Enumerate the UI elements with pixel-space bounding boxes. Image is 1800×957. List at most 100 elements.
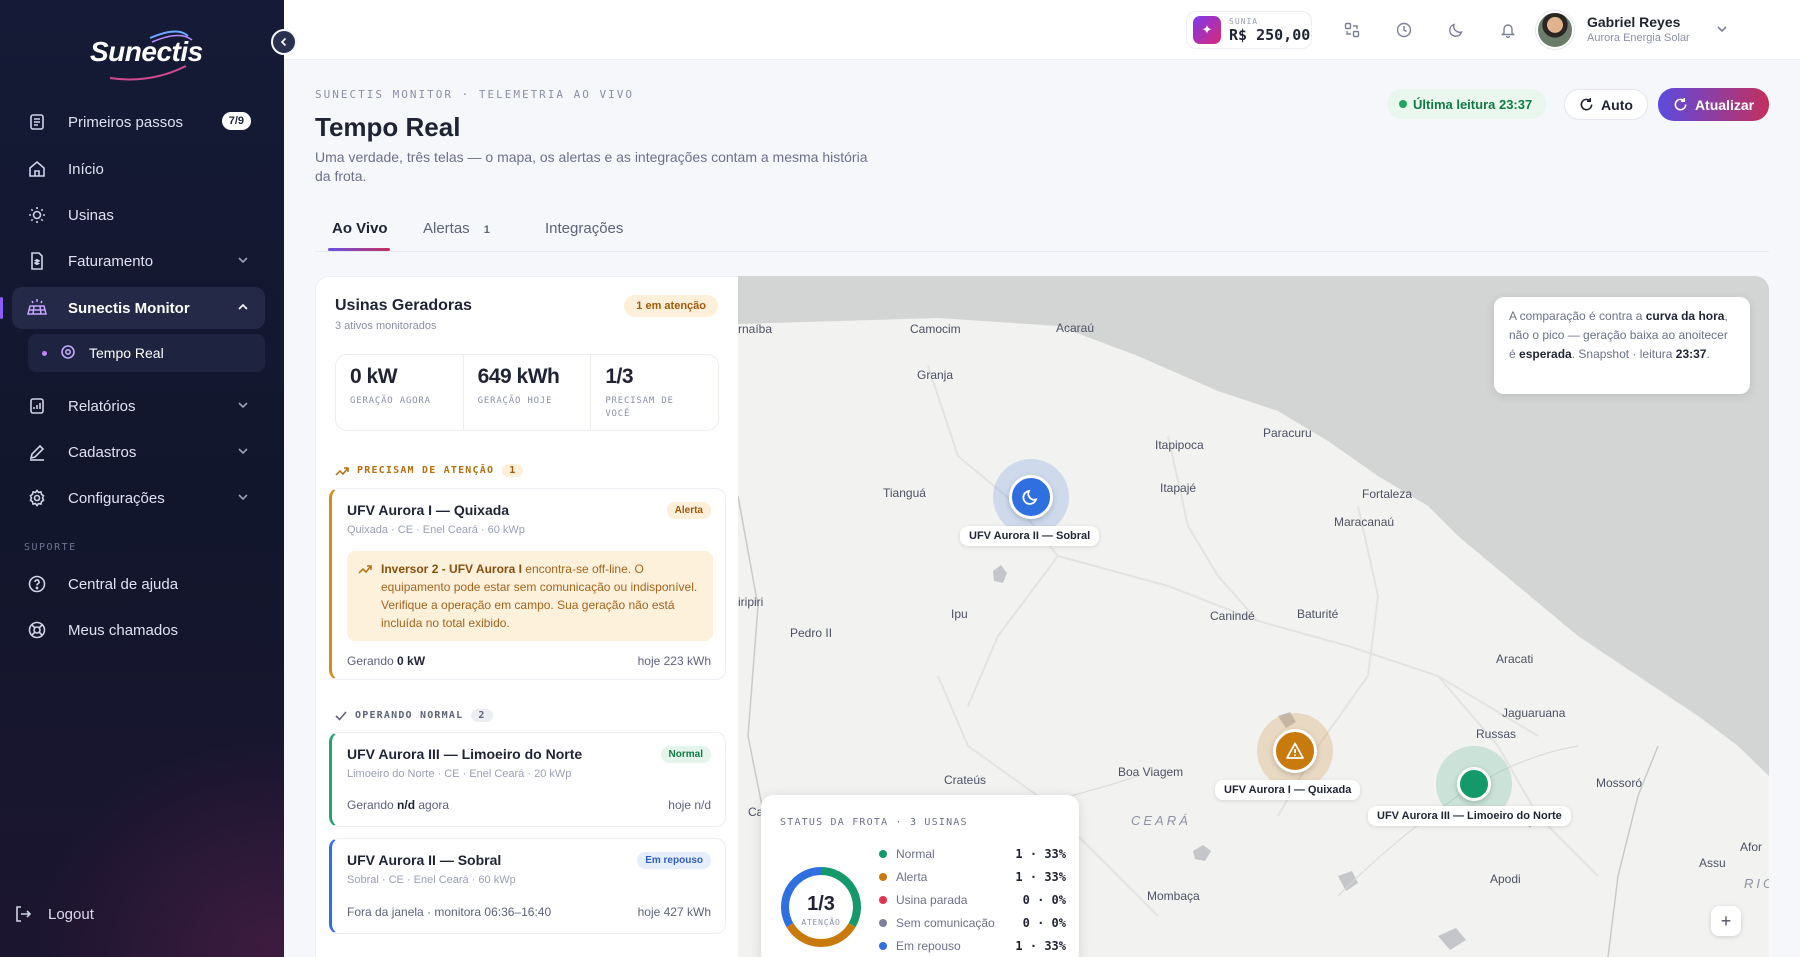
status-badge: Normal xyxy=(660,746,711,763)
fleet-title: STATUS DA FROTA · 3 USINAS xyxy=(780,817,968,828)
dark-mode-icon[interactable] xyxy=(1444,18,1468,42)
plant-marker-sobral[interactable] xyxy=(1009,475,1053,519)
legend-sem-comunicacao: Sem comunicação 0 · 0% xyxy=(879,915,1066,931)
sidebar-item-relatorios[interactable]: Relatórios xyxy=(12,385,265,427)
city-label: Maracanaú xyxy=(1334,515,1395,529)
report-icon xyxy=(26,395,48,417)
plant-location: Limoeiro do Norte · CE · Enel Ceará · 20… xyxy=(347,768,572,780)
legend-swatch xyxy=(879,896,887,904)
plant-card-aurora-ii[interactable]: UFV Aurora II — Sobral Sobral · CE · Ene… xyxy=(329,838,726,934)
plant-today: hoje n/d xyxy=(668,798,711,812)
legend-label: Alerta xyxy=(896,870,928,884)
history-icon[interactable] xyxy=(1392,18,1416,42)
zoom-in-button[interactable]: + xyxy=(1711,906,1741,936)
city-label: Russas xyxy=(1476,727,1517,741)
logout-button[interactable]: Logout xyxy=(0,893,253,935)
region-label: CEARÁ xyxy=(1131,813,1191,828)
chevron-down-icon xyxy=(237,398,249,415)
legend-swatch xyxy=(879,850,887,858)
region-label: RIO xyxy=(1744,876,1769,891)
alert-message: Inversor 2 - UFV Aurora I encontra-se of… xyxy=(347,551,713,641)
solar-panel-icon xyxy=(26,297,48,319)
sidebar-item-cadastros[interactable]: Cadastros xyxy=(12,431,265,473)
sidebar-item-faturamento[interactable]: Faturamento xyxy=(12,240,265,282)
chevron-down-icon xyxy=(237,490,249,507)
plant-card-aurora-iii[interactable]: UFV Aurora III — Limoeiro do Norte Limoe… xyxy=(329,732,726,827)
plant-marker-quixada[interactable] xyxy=(1273,729,1317,773)
city-label: Aracati xyxy=(1496,652,1534,666)
sun-icon xyxy=(26,204,48,226)
sidebar-item-label: Início xyxy=(68,160,104,178)
sidebar-item-inicio[interactable]: Início xyxy=(12,148,265,190)
bell-icon[interactable] xyxy=(1496,18,1520,42)
chevron-down-icon[interactable] xyxy=(1716,22,1728,40)
plant-generation: Gerando n/d agora xyxy=(347,798,450,812)
logout-icon xyxy=(12,903,34,925)
stat-label: PRECISAM DE VOCÊ xyxy=(605,396,674,419)
edit-icon xyxy=(26,441,48,463)
sidebar-item-primeiros-passos[interactable]: Primeiros passos 7/9 xyxy=(12,101,265,143)
group-count: 1 xyxy=(502,464,524,477)
refresh-button[interactable]: Atualizar xyxy=(1658,88,1769,121)
collapse-sidebar-button[interactable] xyxy=(271,29,297,55)
warning-icon xyxy=(1286,742,1304,759)
city-label: Boa Viagem xyxy=(1118,765,1184,779)
sunectis-logo[interactable]: Sunectis xyxy=(90,22,210,82)
integrations-icon[interactable] xyxy=(1340,18,1364,42)
city-label: Itapajé xyxy=(1160,481,1197,495)
tab-alertas[interactable]: Alertas 1 xyxy=(423,220,490,237)
plants-panel: Usinas Geradoras 3 ativos monitorados 1 … xyxy=(315,276,738,957)
plant-card-aurora-i[interactable]: UFV Aurora I — Quixada Quixada · CE · En… xyxy=(329,488,726,680)
plant-name: UFV Aurora III — Limoeiro do Norte xyxy=(347,746,583,762)
progress-badge: 7/9 xyxy=(221,112,251,130)
user-name[interactable]: Gabriel Reyes xyxy=(1587,14,1680,30)
sidebar-item-label: Usinas xyxy=(68,206,114,224)
map-info-note: A comparação é contra a curva da hora, n… xyxy=(1494,297,1750,394)
legend-label: Normal xyxy=(896,847,935,861)
sidebar-item-configuracoes[interactable]: Configurações xyxy=(12,477,265,519)
refresh-icon xyxy=(1674,97,1687,111)
city-label: Crateús xyxy=(944,773,987,787)
legend-normal: Normal 1 · 33% xyxy=(879,846,1066,862)
gear-icon xyxy=(26,487,48,509)
group-label: OPERANDO NORMAL xyxy=(355,710,464,721)
invoice-icon xyxy=(26,250,48,272)
tab-label: Alertas xyxy=(423,220,470,237)
attention-badge: 1 em atenção xyxy=(624,295,718,317)
tab-integracoes[interactable]: Integrações xyxy=(545,220,623,237)
chevron-down-icon xyxy=(237,253,249,270)
avatar[interactable] xyxy=(1536,11,1574,49)
city-label: Apodi xyxy=(1490,872,1521,886)
tab-label: Integrações xyxy=(545,220,624,237)
sidebar-item-label: Cadastros xyxy=(68,443,137,461)
sidebar-item-sunectis-monitor[interactable]: Sunectis Monitor xyxy=(12,287,265,329)
fleet-map[interactable]: rnaíba Camocim Acaraú Granja Itapipoca P… xyxy=(738,276,1769,957)
stat-generation-today: 649 kWh GERAÇÃO HOJE xyxy=(464,355,592,430)
sidebar-item-usinas[interactable]: Usinas xyxy=(12,194,265,236)
refresh-label: Atualizar xyxy=(1694,96,1755,113)
sidebar-item-meus-chamados[interactable]: Meus chamados xyxy=(12,609,265,651)
chevron-down-icon xyxy=(237,444,249,461)
plant-marker-limoeiro[interactable] xyxy=(1457,767,1491,801)
plant-generation: Gerando 0 kW xyxy=(347,654,426,668)
legend-value: 1 · 33% xyxy=(1015,847,1066,861)
legend-value: 1 · 33% xyxy=(1015,939,1066,953)
wallet-balance[interactable]: ✦ SUNIA R$ 250,00 xyxy=(1186,11,1312,49)
city-label: Tianguá xyxy=(883,486,926,500)
stat-value: 0 kW xyxy=(350,365,398,388)
trend-up-icon xyxy=(335,466,349,476)
city-label: Paracuru xyxy=(1263,426,1312,440)
group-label: PRECISAM DE ATENÇÃO xyxy=(357,465,495,476)
legend-value: 0 · 0% xyxy=(1022,916,1066,930)
city-label: Pedro II xyxy=(790,626,833,640)
sidebar-item-central-de-ajuda[interactable]: Central de ajuda xyxy=(12,563,265,605)
city-label: Acaraú xyxy=(1056,321,1095,335)
auto-refresh-button[interactable]: Auto xyxy=(1564,89,1648,120)
alert-device: Inversor 2 - UFV Aurora I xyxy=(381,562,522,576)
sidebar-subitem-tempo-real[interactable]: Tempo Real xyxy=(28,334,265,372)
plant-name: UFV Aurora II — Sobral xyxy=(347,852,502,868)
tab-ao-vivo[interactable]: Ao Vivo xyxy=(332,220,388,237)
page-subtitle: Uma verdade, três telas — o mapa, os ale… xyxy=(315,149,868,184)
legend-label: Sem comunicação xyxy=(896,916,995,930)
checklist-icon xyxy=(26,111,48,133)
